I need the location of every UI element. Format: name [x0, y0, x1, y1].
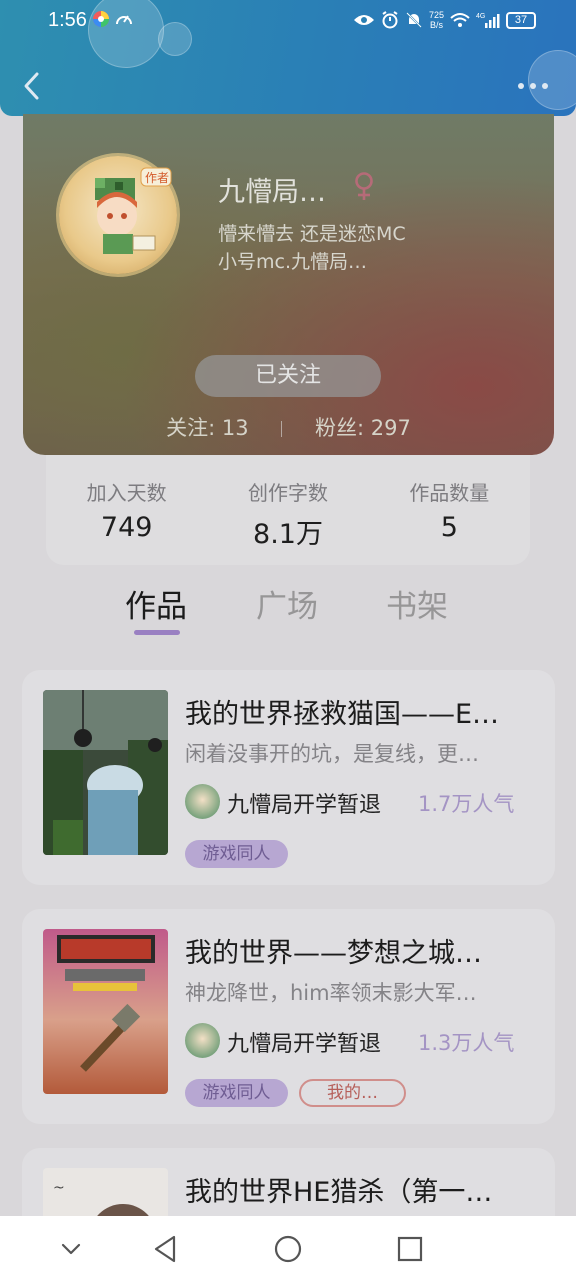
- stat-word-count: 创作字数 8.1万: [207, 455, 368, 565]
- nav-home-button[interactable]: [271, 1232, 305, 1266]
- wifi-icon: [450, 13, 470, 27]
- tab-active-indicator: [134, 630, 180, 635]
- stat-label: 作品数量: [409, 481, 490, 505]
- collapse-button[interactable]: [54, 1232, 88, 1266]
- signal-icon: 4G: [476, 13, 500, 28]
- avatar-illustration: 作者: [95, 167, 172, 254]
- status-system-icons: 725 B/s 4G 37: [353, 10, 536, 30]
- tab-bar: 作品 广场 书架: [0, 575, 576, 645]
- cover-image: [43, 690, 168, 855]
- fans-count: 297: [370, 416, 411, 440]
- follow-stats: 关注: 13 粉丝: 297: [23, 412, 554, 442]
- cover-image: [43, 929, 168, 1094]
- status-time: 1:56: [48, 9, 87, 31]
- speedometer-icon: [116, 15, 132, 25]
- genre-tag[interactable]: 游戏同人: [185, 840, 288, 868]
- work-cover: [43, 929, 168, 1094]
- eye-icon: [353, 15, 374, 25]
- author-badge: 作者: [145, 171, 169, 185]
- profile-name: 九懵局…: [218, 177, 326, 208]
- color-wheel-icon: [93, 11, 109, 27]
- work-description: 神龙降世，him率领末影大军…: [185, 981, 477, 1005]
- chevron-down-icon: [61, 1243, 81, 1255]
- triangle-back-icon: [154, 1235, 176, 1263]
- svg-text:~: ~: [53, 1180, 65, 1196]
- stats-divider: [281, 421, 283, 437]
- stat-value: 5: [440, 512, 458, 543]
- circle-home-icon: [274, 1235, 302, 1263]
- battery-icon: 37: [506, 11, 536, 29]
- chevron-left-icon: [24, 72, 39, 100]
- stats-card: 加入天数 749 创作字数 8.1万 作品数量 5: [46, 455, 530, 565]
- network-type: 4G: [476, 13, 485, 20]
- fans-label: 粉丝:: [315, 416, 365, 440]
- net-speed-value: 725: [428, 10, 444, 20]
- bio-line-2: 小号mc.九懵局…: [218, 251, 367, 273]
- work-title: 我的世界拯救猫国——E…: [185, 699, 500, 730]
- follow-button[interactable]: 已关注: [195, 355, 381, 397]
- avatar[interactable]: 作者: [59, 156, 177, 274]
- popularity-count: 1.3万人气: [418, 1031, 515, 1055]
- top-header: 1:56 725 B/s 4G 37: [0, 0, 576, 116]
- following-count: 13: [221, 416, 249, 440]
- stat-days-joined: 加入天数 749: [46, 455, 207, 565]
- net-speed-unit: B/s: [429, 20, 443, 30]
- work-title: 我的世界HE猎杀（第一…: [185, 1177, 493, 1208]
- genre-tag[interactable]: 游戏同人: [185, 1079, 288, 1107]
- author-name: 九懵局开学暂退: [227, 793, 382, 818]
- extra-tag[interactable]: 我的…: [299, 1079, 406, 1107]
- status-app-icons: [92, 10, 134, 28]
- stat-label: 加入天数: [86, 481, 167, 505]
- tab-works[interactable]: 作品: [125, 581, 187, 626]
- following-label: 关注:: [166, 416, 216, 440]
- stat-value: 749: [100, 512, 153, 543]
- work-card[interactable]: 我的世界拯救猫国——E… 闲着没事开的坑，是复线，更… 九懵局开学暂退 1.7万…: [22, 670, 555, 885]
- bio-line-1: 懵来懵去 还是迷恋MC: [218, 223, 406, 245]
- system-nav-bar: [0, 1216, 576, 1280]
- back-button[interactable]: [18, 68, 48, 104]
- tab-bookshelf[interactable]: 书架: [386, 581, 448, 626]
- alarm-icon: [382, 11, 398, 29]
- work-card[interactable]: 我的世界——梦想之城… 神龙降世，him率领末影大军… 九懵局开学暂退 1.3万…: [22, 909, 555, 1124]
- profile-card: 作者 九懵局… 懵来懵去 还是迷恋MC 小号mc.九懵局… 已关注 关注: 13…: [23, 114, 554, 455]
- bell-muted-icon: [406, 12, 422, 28]
- author-avatar: [185, 784, 220, 819]
- more-button[interactable]: [516, 78, 552, 92]
- author-name: 九懵局开学暂退: [227, 1032, 382, 1057]
- more-horizontal-icon: [518, 83, 548, 89]
- following-stat[interactable]: 关注: 13: [166, 412, 249, 442]
- square-recents-icon: [397, 1236, 423, 1262]
- tab-square[interactable]: 广场: [256, 581, 318, 626]
- status-bar: 1:56 725 B/s 4G 37: [0, 0, 576, 44]
- net-speed: 725 B/s: [429, 10, 444, 30]
- work-cover: [43, 690, 168, 855]
- stat-value: 8.1万: [253, 519, 323, 550]
- author-avatar: [185, 1023, 220, 1058]
- fans-stat[interactable]: 粉丝: 297: [315, 412, 411, 442]
- work-title: 我的世界——梦想之城…: [185, 938, 482, 969]
- nav-recents-button[interactable]: [393, 1232, 427, 1266]
- popularity-count: 1.7万人气: [418, 792, 515, 816]
- work-description: 闲着没事开的坑，是复线，更…: [185, 742, 479, 766]
- nav-back-button[interactable]: [148, 1232, 182, 1266]
- female-icon: [355, 172, 373, 200]
- stat-works-count: 作品数量 5: [369, 455, 530, 565]
- profile-bio: 懵来懵去 还是迷恋MC 小号mc.九懵局…: [218, 220, 468, 276]
- stat-label: 创作字数: [247, 481, 328, 505]
